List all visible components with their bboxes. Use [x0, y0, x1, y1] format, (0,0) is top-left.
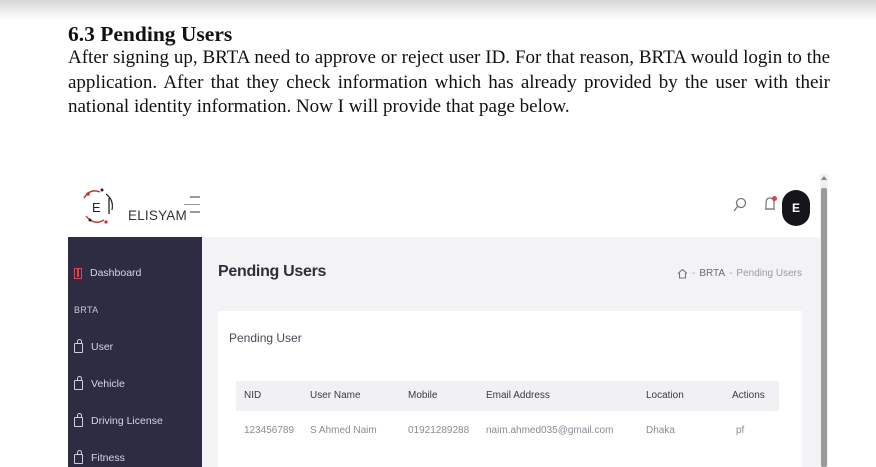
column-header-location[interactable]: Location — [646, 390, 684, 401]
app-screenshot: E ELISYAM E Dashboard BRTA User Vehicle … — [68, 170, 828, 467]
cell-location: Dhaka — [646, 425, 675, 436]
sidebar-item-label: Dashboard — [90, 267, 142, 279]
column-header-mobile[interactable]: Mobile — [408, 390, 437, 401]
sidebar-item-label: Vehicle — [91, 377, 125, 390]
cell-email: naim.ahmed035@gmail.com — [486, 425, 614, 436]
notification-bell-icon[interactable] — [762, 195, 778, 213]
document-text: 6.3 Pending Users After signing up, BRTA… — [68, 22, 830, 120]
paragraph: After signing up, BRTA need to approve o… — [68, 46, 830, 120]
scroll-up-arrow-icon[interactable] — [821, 176, 827, 180]
top-bar: E ELISYAM E — [68, 170, 820, 237]
breadcrumb-separator: - — [729, 268, 733, 279]
paragraph-line: After signing up, BRTA need to approve o… — [68, 47, 783, 68]
breadcrumb: - BRTA - Pending Users — [677, 268, 802, 279]
brand-logo[interactable]: E ELISYAM — [76, 180, 236, 230]
table-row[interactable]: 123456789 S Ahmed Naim 01921289288 naim.… — [236, 419, 779, 441]
breadcrumb-separator: - — [691, 268, 696, 279]
sidebar-item-user[interactable]: User — [74, 339, 114, 353]
section-heading: 6.3 Pending Users — [68, 22, 233, 46]
main-content: Pending Users - BRTA - Pending Users Pen… — [202, 237, 820, 467]
pending-user-card: Pending User NID User Name Mobile Email … — [218, 311, 802, 467]
logo-letter: E — [92, 200, 101, 215]
sidebar-section-label: BRTA — [74, 305, 99, 315]
column-header-email[interactable]: Email Address — [486, 390, 550, 401]
cell-nid: 123456789 — [244, 425, 295, 436]
sidebar-item-label: Driving License — [91, 414, 163, 427]
page-title: Pending Users — [218, 263, 327, 280]
bag-icon — [74, 413, 83, 427]
bag-icon — [74, 450, 83, 464]
column-header-nid[interactable]: NID — [244, 390, 261, 401]
scrollbar-thumb[interactable] — [821, 188, 827, 467]
user-avatar[interactable]: E — [782, 190, 810, 226]
logo-mark-icon: E — [83, 188, 113, 224]
cell-mobile: 01921289288 — [408, 425, 470, 436]
column-header-actions: Actions — [732, 390, 765, 401]
sidebar-item-vehicle[interactable]: Vehicle — [74, 376, 125, 390]
table-header: NID User Name Mobile Email Address Locat… — [236, 381, 779, 411]
column-header-user-name[interactable]: User Name — [310, 390, 361, 401]
sidebar-item-label: User — [91, 340, 114, 353]
menu-toggle-icon[interactable] — [184, 196, 200, 219]
sidebar: Dashboard BRTA User Vehicle Driving Lice… — [68, 237, 202, 467]
bag-icon — [74, 339, 83, 353]
brand-name: ELISYAM — [128, 208, 187, 223]
bag-icon — [74, 376, 83, 390]
sidebar-item-fitness[interactable]: Fitness — [74, 450, 125, 464]
breadcrumb-current: Pending Users — [736, 268, 802, 279]
search-icon[interactable] — [733, 197, 747, 213]
breadcrumb-root[interactable]: BRTA — [699, 268, 725, 279]
sidebar-item-label: Fitness — [91, 451, 125, 464]
dashboard-icon — [74, 267, 82, 279]
sidebar-item-driving-license[interactable]: Driving License — [74, 413, 163, 427]
cell-user-name: S Ahmed Naim — [310, 425, 377, 436]
sidebar-item-dashboard[interactable]: Dashboard — [74, 267, 141, 279]
cell-actions[interactable]: pf — [736, 425, 744, 436]
card-title: Pending User — [229, 331, 302, 345]
page-top-shadow — [0, 0, 876, 20]
home-icon[interactable] — [677, 268, 688, 279]
